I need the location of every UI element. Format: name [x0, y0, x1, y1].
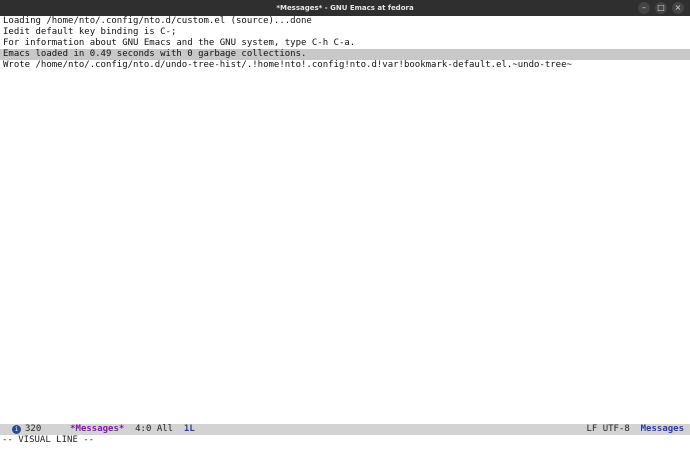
window-titlebar[interactable]: *Messages* - GNU Emacs at fedora – □ × — [0, 0, 690, 16]
document-icon — [52, 425, 89, 445]
buffer-size: 320 — [25, 424, 42, 434]
buffer-line: Wrote /home/nto/.config/nto.d/undo-tree-… — [3, 60, 572, 70]
buffer-name[interactable]: *Messages* — [70, 424, 124, 435]
window-title: *Messages* - GNU Emacs at fedora — [276, 4, 414, 12]
minimize-button[interactable]: – — [638, 2, 650, 14]
evil-state-icon: i — [12, 425, 21, 434]
major-mode[interactable]: Messages — [641, 424, 684, 435]
buffer-line: Iedit default key binding is C-; — [3, 27, 177, 37]
cursor-position: 4:0 All — [135, 424, 174, 434]
lock-icon — [61, 425, 98, 444]
line-count: 1L — [183, 424, 195, 434]
close-button[interactable]: × — [672, 2, 684, 14]
buffer-line: For information about GNU Emacs and the … — [3, 38, 356, 48]
maximize-button[interactable]: □ — [655, 2, 667, 14]
encoding-indicator[interactable]: LF UTF-8 — [586, 424, 629, 435]
buffer-line: Loading /home/nto/.config/nto.d/custom.e… — [3, 16, 312, 26]
messages-buffer[interactable]: Loading /home/nto/.config/nto.d/custom.e… — [0, 16, 690, 424]
echo-area: -- VISUAL LINE -- — [0, 435, 690, 446]
mode-line: i 320 *Messages* 4:0 All 1L LF UTF-8 Mes… — [0, 424, 690, 445]
buffer-line-current: Emacs loaded in 0.49 seconds with 0 garb… — [0, 49, 690, 60]
window-controls: – □ × — [638, 2, 684, 14]
